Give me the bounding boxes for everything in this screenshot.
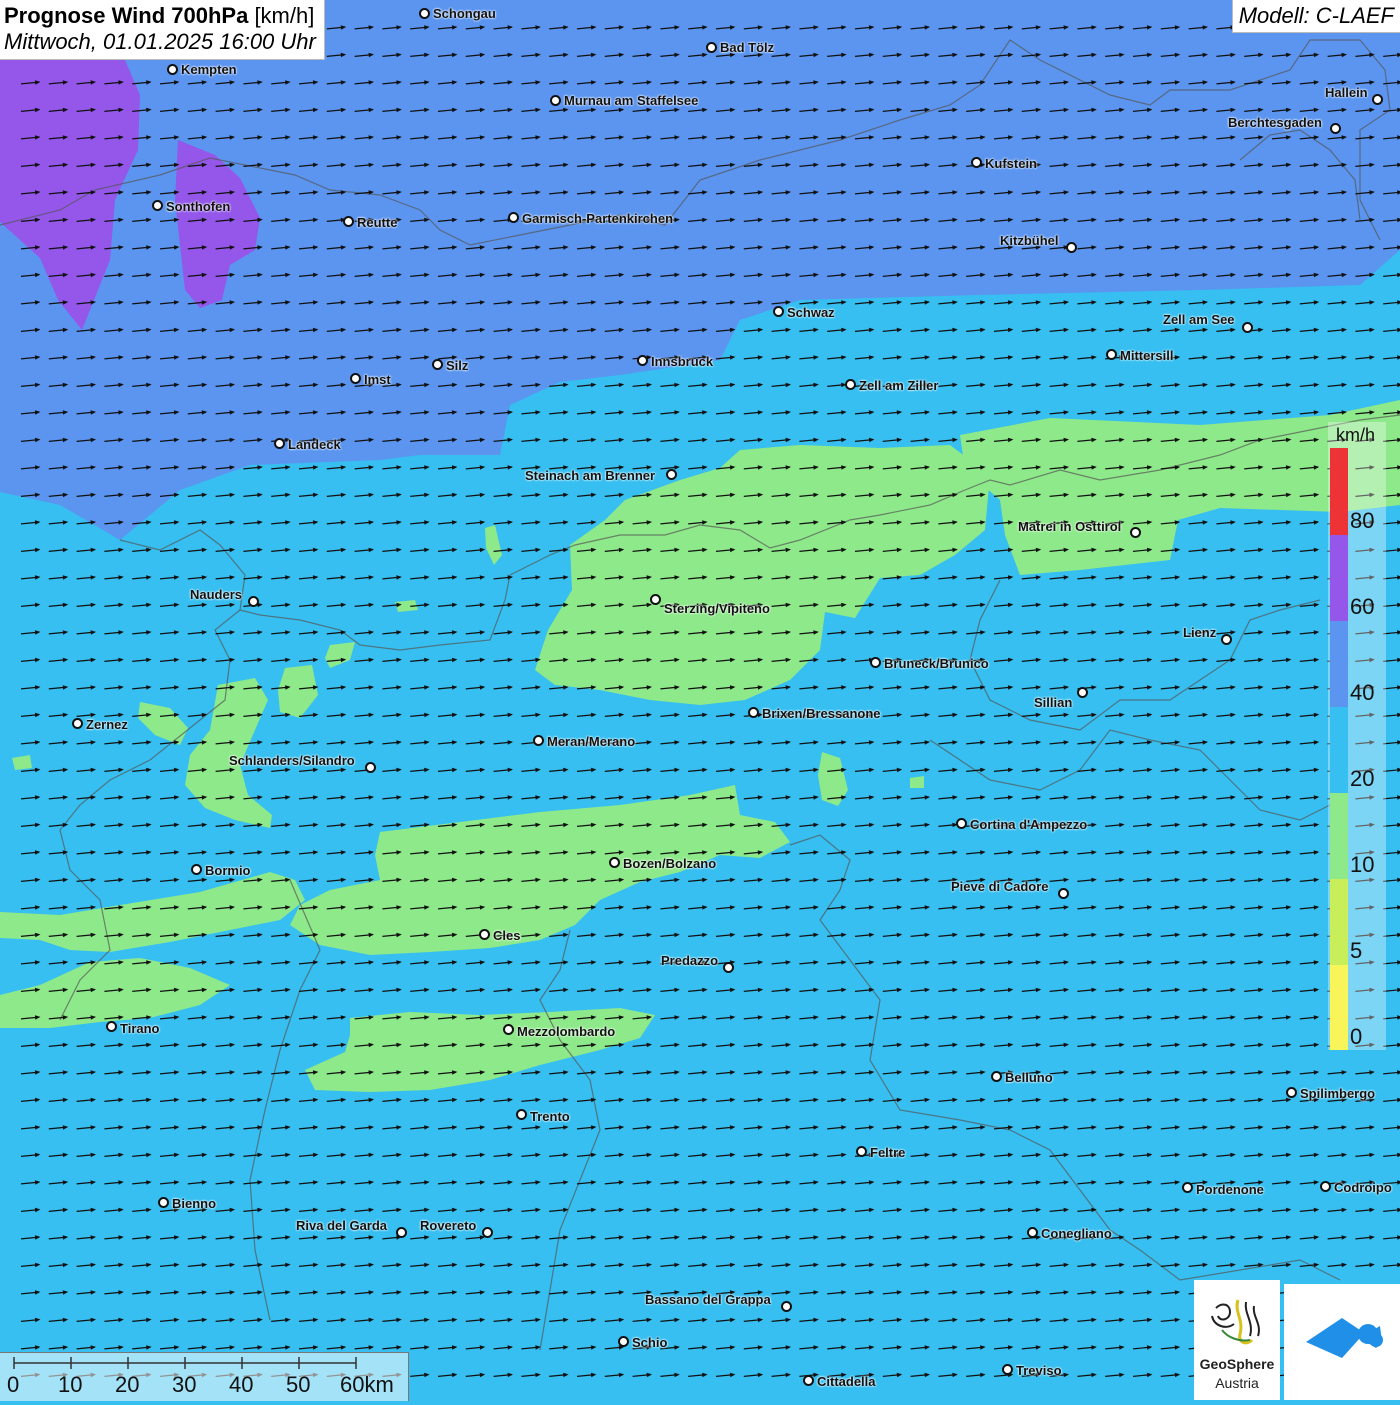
- wind-10-20-zone: [910, 776, 924, 788]
